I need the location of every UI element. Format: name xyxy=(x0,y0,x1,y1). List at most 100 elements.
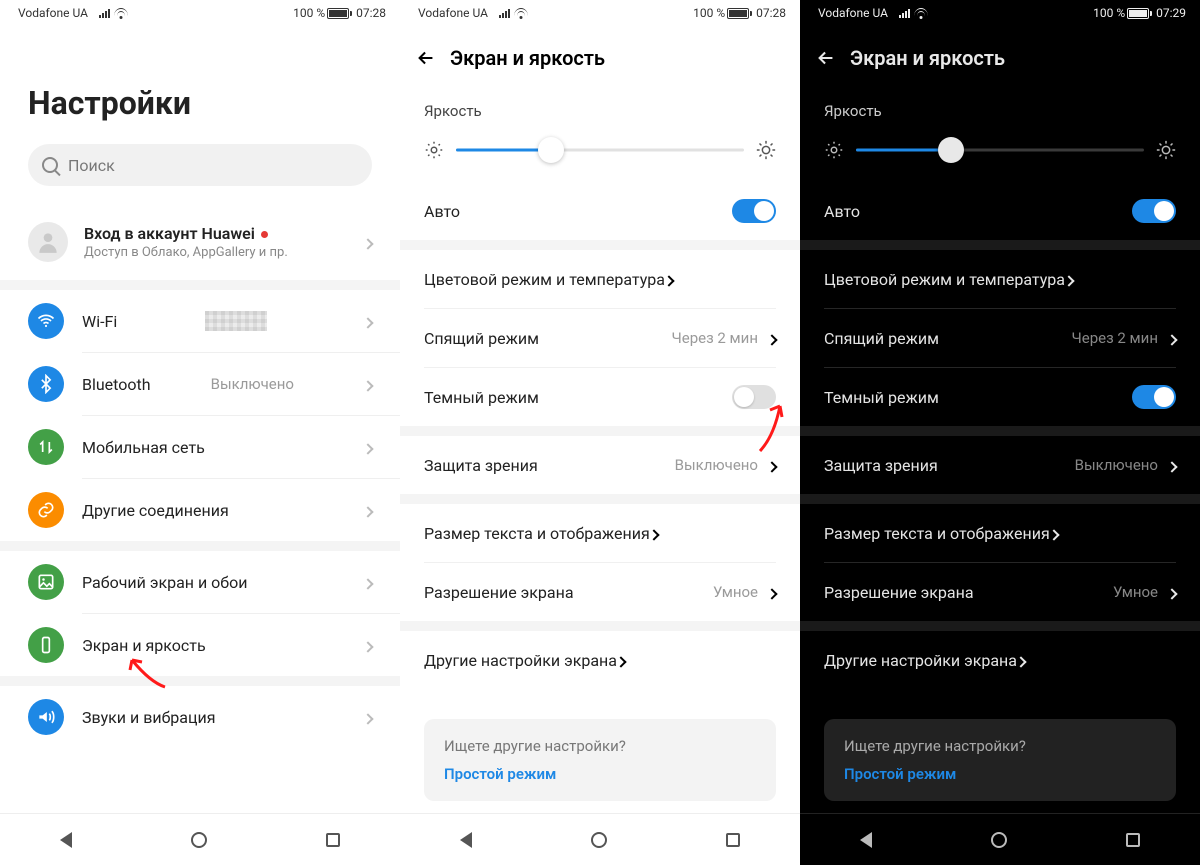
huawei-account-row[interactable]: Вход в аккаунт Huawei Доступ в Облако, A… xyxy=(0,204,400,280)
nav-back-button[interactable] xyxy=(860,832,872,848)
wifi-status-icon xyxy=(914,8,928,19)
wifi-row[interactable]: Wi-Fi xyxy=(0,290,400,352)
chevron-right-icon xyxy=(617,651,625,670)
search-input[interactable]: Поиск xyxy=(28,144,372,186)
auto-label: Авто xyxy=(424,202,460,221)
signal-icon xyxy=(492,8,510,18)
more-display-label: Другие настройки экрана xyxy=(824,651,1017,670)
other-connections-row[interactable]: Другие соединения xyxy=(0,479,400,541)
eye-comfort-row[interactable]: Защита зрения Выключено xyxy=(800,436,1200,494)
bluetooth-label: Bluetooth xyxy=(82,375,151,394)
back-button[interactable] xyxy=(412,44,440,72)
chevron-right-icon xyxy=(1168,456,1176,475)
chevron-right-icon xyxy=(364,636,372,655)
battery-percent: 100 % xyxy=(693,6,725,20)
sleep-row[interactable]: Спящий режим Через 2 мин xyxy=(800,309,1200,367)
bluetooth-icon xyxy=(28,366,64,402)
chevron-right-icon xyxy=(1168,329,1176,348)
wallpaper-icon xyxy=(28,564,64,600)
section-gap xyxy=(0,541,400,551)
dark-mode-label: Темный режим xyxy=(824,388,939,407)
mobile-label: Мобильная сеть xyxy=(82,438,205,457)
nav-home-button[interactable] xyxy=(591,832,607,848)
status-bar: Vodafone UA 100 % 07:29 xyxy=(800,0,1200,24)
brightness-section-label: Яркость xyxy=(800,86,1200,126)
eye-comfort-value: Выключено xyxy=(1075,456,1158,474)
dark-mode-toggle[interactable] xyxy=(1132,385,1176,409)
chevron-right-icon xyxy=(665,270,673,289)
chevron-right-icon xyxy=(1050,524,1058,543)
wifi-icon xyxy=(28,303,64,339)
brightness-low-icon xyxy=(822,138,846,162)
brightness-slider[interactable] xyxy=(856,136,1144,164)
brightness-high-icon xyxy=(1154,138,1178,162)
chevron-right-icon xyxy=(1017,651,1025,670)
wallpaper-row[interactable]: Рабочий экран и обои xyxy=(0,551,400,613)
sleep-value: Через 2 мин xyxy=(671,329,758,347)
page-header: Экран и яркость xyxy=(800,30,1200,86)
more-display-row[interactable]: Другие настройки экрана xyxy=(800,631,1200,689)
battery-percent: 100 % xyxy=(293,6,325,20)
more-display-row[interactable]: Другие настройки экрана xyxy=(400,631,800,689)
nav-back-button[interactable] xyxy=(460,832,472,848)
simple-mode-link[interactable]: Простой режим xyxy=(444,765,756,783)
status-bar: Vodafone UA 100 % 07:28 xyxy=(400,0,800,24)
dark-mode-row[interactable]: Темный режим xyxy=(800,368,1200,426)
chevron-right-icon xyxy=(1065,270,1073,289)
nav-bar xyxy=(800,813,1200,865)
chevron-right-icon xyxy=(768,583,776,602)
auto-brightness-toggle[interactable] xyxy=(1132,199,1176,223)
display-icon xyxy=(28,627,64,663)
text-size-row[interactable]: Размер текста и отображения xyxy=(400,504,800,562)
nav-recent-button[interactable] xyxy=(326,833,340,847)
chevron-right-icon xyxy=(768,329,776,348)
page-title: Настройки xyxy=(0,24,400,144)
color-mode-label: Цветовой режим и температура xyxy=(424,270,665,289)
resolution-label: Разрешение экрана xyxy=(824,583,974,602)
mobile-network-row[interactable]: Мобильная сеть xyxy=(0,416,400,478)
resolution-label: Разрешение экрана xyxy=(424,583,574,602)
nav-recent-button[interactable] xyxy=(726,833,740,847)
chevron-right-icon xyxy=(364,375,372,394)
signal-icon xyxy=(92,8,110,18)
auto-brightness-toggle[interactable] xyxy=(732,199,776,223)
simple-mode-link[interactable]: Простой режим xyxy=(844,765,1156,783)
sleep-row[interactable]: Спящий режим Через 2 мин xyxy=(400,309,800,367)
nav-back-button[interactable] xyxy=(60,832,72,848)
search-icon xyxy=(42,157,58,173)
nav-home-button[interactable] xyxy=(991,832,1007,848)
auto-brightness-row[interactable]: Авто xyxy=(800,182,1200,240)
battery-percent: 100 % xyxy=(1093,6,1125,20)
back-button[interactable] xyxy=(812,44,840,72)
dark-mode-toggle[interactable] xyxy=(732,385,776,409)
carrier-label: Vodafone UA xyxy=(18,6,88,20)
resolution-row[interactable]: Разрешение экрана Умное xyxy=(400,563,800,621)
nav-bar xyxy=(0,813,400,865)
brightness-slider[interactable] xyxy=(456,136,744,164)
chevron-right-icon xyxy=(364,573,372,592)
hint-card: Ищете другие настройки? Простой режим xyxy=(824,719,1176,801)
sounds-row[interactable]: Звуки и вибрация xyxy=(0,686,400,748)
section-gap xyxy=(0,280,400,290)
sounds-label: Звуки и вибрация xyxy=(82,708,215,727)
display-brightness-row[interactable]: Экран и яркость xyxy=(0,614,400,676)
eye-comfort-row[interactable]: Защита зрения Выключено xyxy=(400,436,800,494)
color-mode-row[interactable]: Цветовой режим и температура xyxy=(800,250,1200,308)
status-time: 07:28 xyxy=(356,6,386,20)
bluetooth-row[interactable]: Bluetooth Выключено xyxy=(0,353,400,415)
display-label: Экран и яркость xyxy=(82,636,206,655)
eye-comfort-value: Выключено xyxy=(675,456,758,474)
nav-recent-button[interactable] xyxy=(1126,833,1140,847)
nav-home-button[interactable] xyxy=(191,832,207,848)
text-size-label: Размер текста и отображения xyxy=(424,524,650,543)
dark-mode-row[interactable]: Темный режим xyxy=(400,368,800,426)
sleep-label: Спящий режим xyxy=(424,329,539,348)
nav-bar xyxy=(400,813,800,865)
text-size-row[interactable]: Размер текста и отображения xyxy=(800,504,1200,562)
resolution-row[interactable]: Разрешение экрана Умное xyxy=(800,563,1200,621)
color-mode-row[interactable]: Цветовой режим и температура xyxy=(400,250,800,308)
hint-card: Ищете другие настройки? Простой режим xyxy=(424,719,776,801)
chevron-right-icon xyxy=(364,312,372,331)
chevron-right-icon xyxy=(364,233,372,252)
auto-brightness-row[interactable]: Авто xyxy=(400,182,800,240)
